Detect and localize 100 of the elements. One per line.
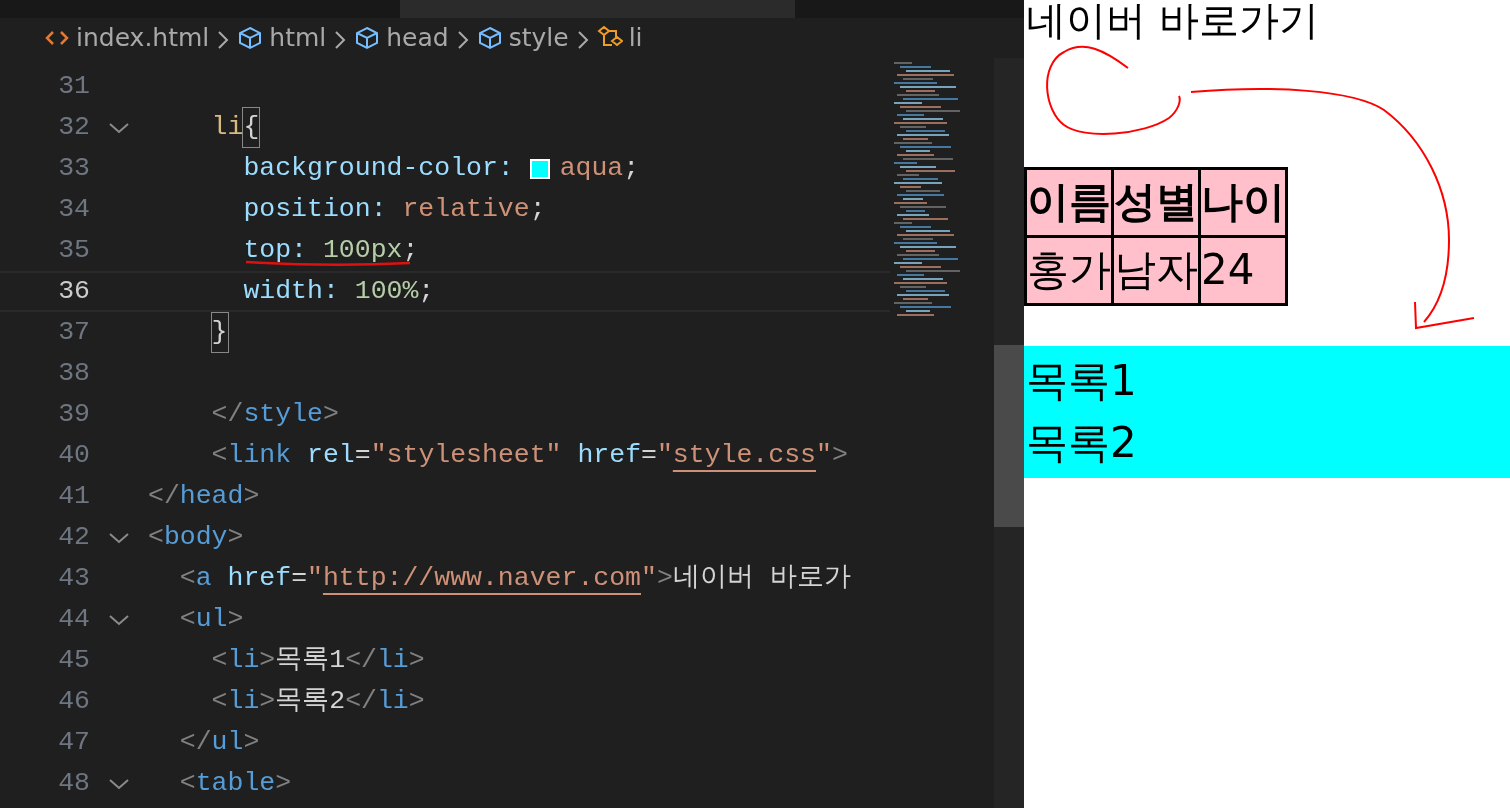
code-text: > <box>408 684 425 718</box>
code-text: http://www.naver.com <box>322 561 641 595</box>
code-text: link <box>227 438 292 472</box>
code-text: li <box>227 643 260 677</box>
chevron-icon <box>217 29 230 50</box>
code-text: </ <box>345 643 377 677</box>
code-text: { <box>243 107 260 148</box>
code-text: " <box>307 561 323 595</box>
code-text: width: <box>243 274 340 308</box>
link[interactable]: 네이버 바로가기 <box>1024 0 1319 40</box>
chevron-icon <box>456 29 469 50</box>
line-number: 45 <box>57 643 90 677</box>
line-number: 46 <box>57 684 90 718</box>
code-text: top: <box>243 233 309 267</box>
code-text: 네이버 바로가 <box>672 561 851 595</box>
code-text: > <box>275 766 292 800</box>
line-number: 38 <box>57 356 90 390</box>
code-text: style.css <box>672 438 816 472</box>
code-text: li <box>211 110 244 144</box>
code-text: ; <box>402 233 419 267</box>
code-text: > <box>322 397 339 431</box>
code-text: ul <box>211 725 244 759</box>
line-number: 44 <box>57 602 90 636</box>
code-text: < <box>148 520 164 554</box>
chevron-icon <box>334 29 347 50</box>
code-text: ; <box>529 192 546 226</box>
table-cell: 남자 <box>1112 236 1200 305</box>
table-cell: 홍가 <box>1025 236 1113 305</box>
code-text: position: <box>243 192 388 226</box>
code-text: </ <box>179 725 212 759</box>
code-text: < <box>179 766 196 800</box>
line-number: 31 <box>57 69 90 103</box>
code-text: > <box>227 602 244 636</box>
code-text: href <box>576 438 642 472</box>
code-text: > <box>656 561 673 595</box>
code-text: li <box>227 684 260 718</box>
code-text: rel <box>306 438 355 472</box>
line-number: 39 <box>57 397 90 431</box>
code-text: > <box>227 520 244 554</box>
code-text: > <box>259 684 276 718</box>
code-text: 100% <box>354 274 419 308</box>
code-text: li <box>376 684 409 718</box>
breadcrumb-item[interactable]: html <box>269 19 327 57</box>
code-text: </ <box>345 684 377 718</box>
code-text: a <box>195 561 212 595</box>
line-number: 41 <box>57 479 90 513</box>
code-text: table <box>195 766 276 800</box>
cube-icon <box>476 25 503 51</box>
code-text: = <box>354 438 371 472</box>
code-text: li <box>376 643 409 677</box>
code-text: > <box>831 438 848 472</box>
code-text: head <box>179 479 244 513</box>
code-text: 100px <box>322 233 403 267</box>
code-text: " <box>815 438 832 472</box>
code-text: > <box>243 725 260 759</box>
code-text: > <box>408 643 425 677</box>
line-number: 35 <box>57 233 90 267</box>
code-text: ul <box>195 602 228 636</box>
code-text: > <box>259 643 276 677</box>
color-swatch[interactable] <box>529 158 550 179</box>
code-text: = <box>291 561 308 595</box>
fold-chevron-icon[interactable] <box>108 777 130 790</box>
code-text: 목록1 <box>275 643 346 677</box>
fold-chevron-icon[interactable] <box>108 613 130 626</box>
code-text: background-color: <box>243 151 515 185</box>
code-text: " <box>641 561 657 595</box>
breadcrumb-item[interactable]: style <box>508 19 569 57</box>
line-number: 36 <box>57 274 90 308</box>
fold-chevron-icon[interactable] <box>108 121 130 134</box>
table-cell: 24 <box>1199 236 1287 305</box>
code-text: href <box>226 561 292 595</box>
table-header: 나이 <box>1199 168 1287 237</box>
line-number: 33 <box>57 151 90 185</box>
table-header: 성별 <box>1112 168 1200 237</box>
code-text: 목록2 <box>275 684 346 718</box>
scrollbar-thumb[interactable] <box>994 345 1024 527</box>
code-text: < <box>211 643 228 677</box>
code-text: body <box>163 520 228 554</box>
line-number: 34 <box>57 192 90 226</box>
line-number: 40 <box>57 438 90 472</box>
code-text: </ <box>148 479 180 513</box>
code-text: ; <box>623 151 640 185</box>
line-number: 43 <box>57 561 90 595</box>
breadcrumb-item[interactable]: index.html <box>76 19 210 57</box>
code-text: aqua <box>559 151 624 185</box>
code-text: < <box>211 438 228 472</box>
line-number: 42 <box>57 520 90 554</box>
breadcrumb-item[interactable]: head <box>386 19 449 57</box>
list-item: 목록1 <box>1025 355 1138 407</box>
code-text: = <box>641 438 657 472</box>
breadcrumb-item[interactable]: li <box>628 19 643 57</box>
table-header: 이름 <box>1025 168 1113 237</box>
line-number: 47 <box>57 725 90 759</box>
code-text: </ <box>211 397 244 431</box>
cube-icon <box>237 25 264 51</box>
list-item: 목록2 <box>1025 417 1138 469</box>
line-number: 37 <box>57 315 90 349</box>
code-text: ; <box>418 274 435 308</box>
code-text: < <box>179 561 196 595</box>
fold-chevron-icon[interactable] <box>108 531 130 544</box>
